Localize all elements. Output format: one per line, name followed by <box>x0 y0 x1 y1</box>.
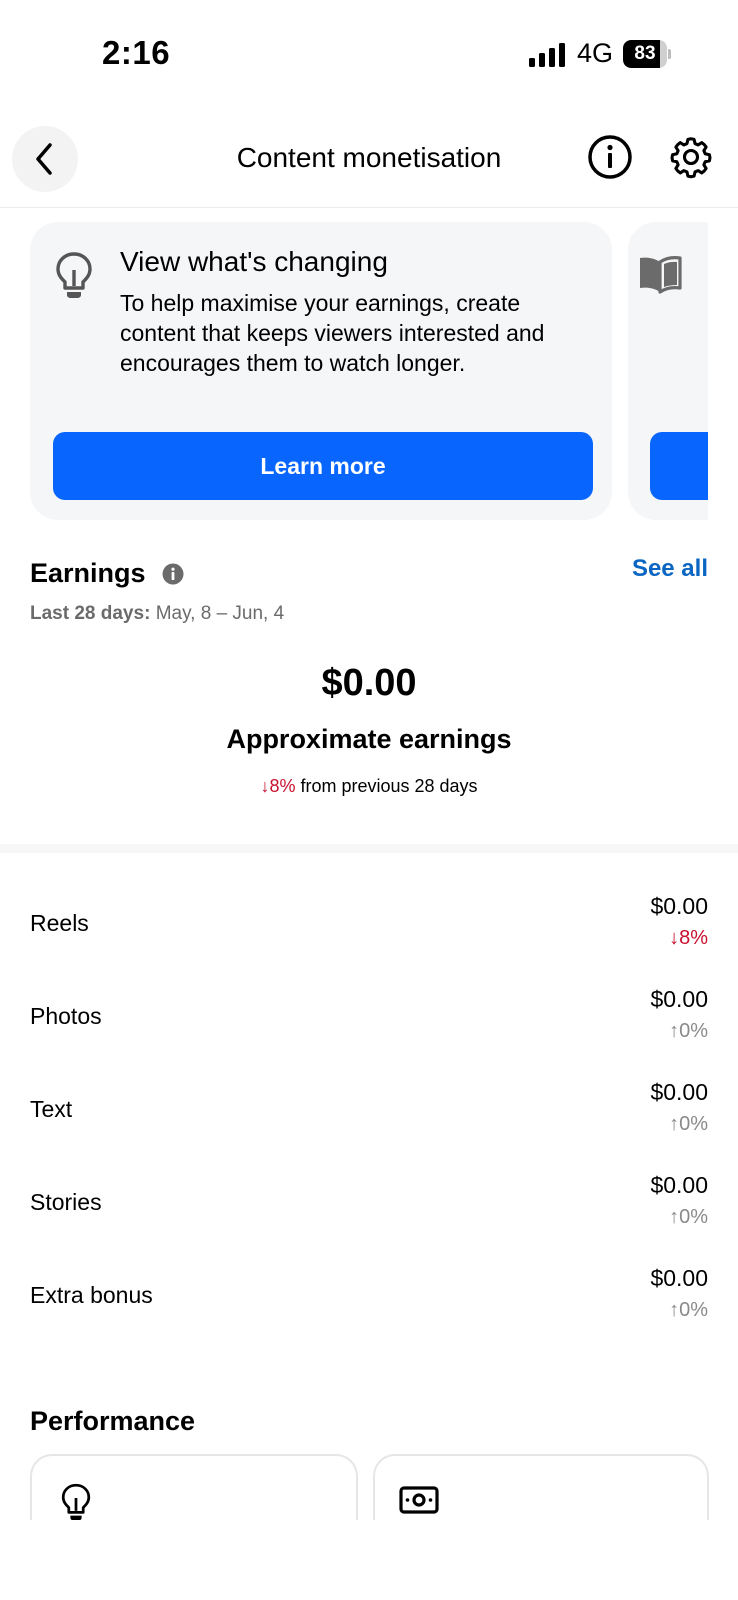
earnings-change: ↓8% from previous 28 days <box>0 776 738 797</box>
tip-card: View what's changing To help maximise yo… <box>30 222 612 520</box>
breakdown-row-text[interactable]: Text $0.00 ↑0% <box>0 1066 738 1161</box>
info-icon <box>588 135 632 179</box>
learn-more-button[interactable]: Learn more <box>53 432 593 500</box>
breakdown-label: Reels <box>30 910 89 936</box>
earnings-info-icon[interactable] <box>162 563 184 585</box>
battery-icon: 83 <box>623 40 671 68</box>
breakdown-amount: $0.00 <box>650 1265 708 1291</box>
breakdown-label: Text <box>30 1096 73 1122</box>
bottom-safe-area <box>0 1520 738 1600</box>
tip-card-title: View what's changing <box>120 246 388 277</box>
cellular-signal-icon <box>529 43 565 67</box>
lightbulb-icon <box>56 252 92 298</box>
breakdown-row-stories[interactable]: Stories $0.00 ↑0% <box>0 1159 738 1254</box>
book-icon <box>640 256 682 294</box>
see-all-link[interactable]: See all <box>632 555 708 583</box>
info-button[interactable] <box>587 134 633 180</box>
status-bar: 2:16 4G 83 <box>0 0 738 100</box>
performance-title: Performance <box>30 1406 196 1436</box>
status-time: 2:16 <box>102 34 171 71</box>
date-range-label: Last 28 days: <box>30 603 151 624</box>
network-type: 4G <box>577 38 614 68</box>
breakdown-label: Photos <box>30 1003 102 1029</box>
breakdown-amount: $0.00 <box>650 1079 708 1105</box>
battery-level: 83 <box>634 43 656 64</box>
date-range-value: May, 8 – Jun, 4 <box>155 603 285 624</box>
card-next-button[interactable] <box>650 432 708 500</box>
breakdown-label: Stories <box>30 1189 102 1215</box>
tip-card-body: To help maximise your earnings, create c… <box>120 290 545 376</box>
breakdown-amount: $0.00 <box>650 986 708 1012</box>
date-range: Last 28 days: May, 8 – Jun, 4 <box>30 603 284 625</box>
breakdown-row-extra-bonus[interactable]: Extra bonus $0.00 ↑0% <box>0 1252 738 1347</box>
tip-card-next[interactable] <box>628 222 708 520</box>
breakdown-label: Extra bonus <box>30 1282 153 1308</box>
total-earnings: $0.00 <box>321 662 417 704</box>
earnings-change-text: from previous 28 days <box>300 776 478 796</box>
total-earnings-label: Approximate earnings <box>226 724 512 754</box>
breakdown-change: ↑0% <box>669 1020 708 1042</box>
breakdown-change: ↑0% <box>669 1299 708 1321</box>
earnings-title: Earnings <box>30 558 146 588</box>
breakdown-amount: $0.00 <box>650 1172 708 1198</box>
lightbulb-icon <box>61 1483 91 1521</box>
breakdown-change: ↓8% <box>669 927 708 949</box>
money-icon <box>399 1486 439 1514</box>
top-nav-bar: Content monetisation <box>0 122 738 208</box>
settings-button[interactable] <box>668 134 714 180</box>
gear-icon <box>670 137 712 179</box>
earnings-change-value: ↓8% <box>260 776 296 796</box>
breakdown-amount: $0.00 <box>650 893 708 919</box>
breakdown-change: ↑0% <box>669 1206 708 1228</box>
breakdown-row-photos[interactable]: Photos $0.00 ↑0% <box>0 973 738 1068</box>
tips-carousel[interactable]: View what's changing To help maximise yo… <box>0 222 708 522</box>
breakdown-row-reels[interactable]: Reels $0.00 ↓8% <box>0 880 738 975</box>
breakdown-change: ↑0% <box>669 1113 708 1135</box>
section-divider <box>0 844 738 853</box>
